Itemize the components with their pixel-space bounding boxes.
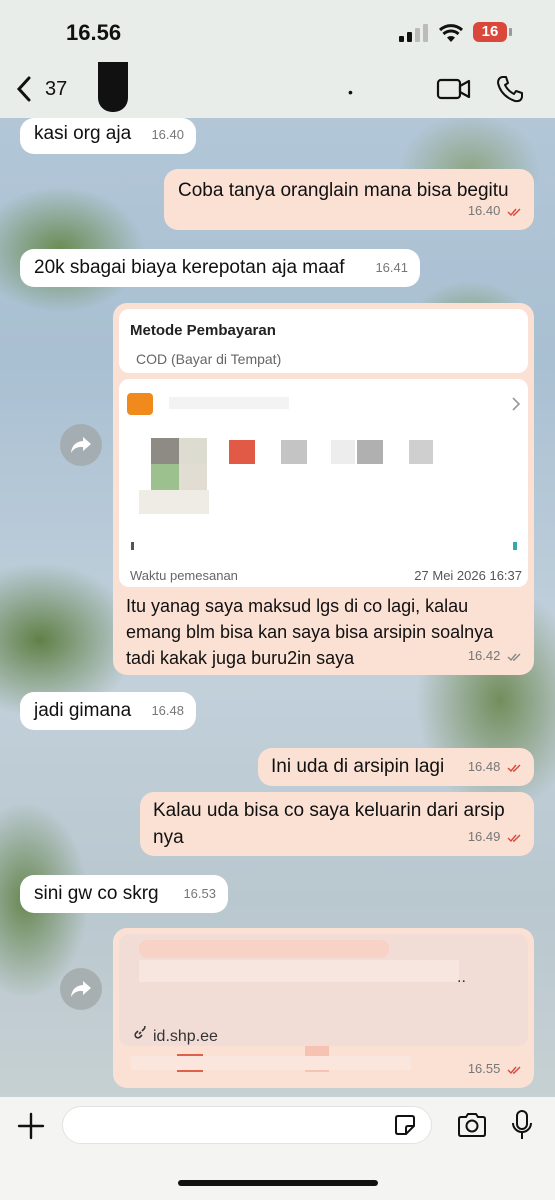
back-chevron-icon[interactable]: [14, 74, 34, 104]
message-incoming[interactable]: jadi gimana 16.48: [20, 692, 196, 730]
preview-dots: ..: [457, 969, 466, 986]
message-incoming[interactable]: sini gw co skrg 16.53: [20, 875, 228, 913]
wifi-icon: [438, 24, 464, 42]
message-time: 16.40: [151, 127, 184, 142]
read-ticks-icon: [507, 764, 521, 772]
product-detail-redacted: [357, 440, 383, 464]
message-meta: 16.48: [468, 753, 522, 780]
link-icon: [134, 1026, 146, 1039]
read-ticks-icon: [507, 834, 521, 842]
product-image-redacted: [151, 438, 179, 464]
message-incoming[interactable]: 20k sbagai biaya kerepotan aja maaf 16.4…: [20, 249, 420, 287]
chevron-right-icon: [512, 397, 521, 411]
message-outgoing[interactable]: Coba tanya oranglain mana bisa begitu 16…: [164, 169, 534, 230]
message-text: Coba tanya oranglain mana bisa begitu: [178, 180, 509, 201]
product-image-redacted: [179, 464, 207, 490]
message-time: 16.41: [375, 260, 408, 275]
message-text: kasi org aja: [34, 123, 132, 144]
message-meta: 16.40: [468, 197, 522, 224]
payment-method-value: COD (Bayar di Tempat): [136, 351, 282, 367]
preview-desc-redacted: [139, 960, 459, 982]
signal-icon: [399, 24, 429, 42]
unread-count[interactable]: 37: [45, 78, 67, 101]
product-detail-redacted: [281, 440, 307, 464]
message-input[interactable]: [62, 1106, 432, 1144]
product-detail-redacted: [409, 440, 433, 464]
redacted-mark: [513, 542, 517, 550]
battery-tip: [509, 28, 512, 36]
status-bar: 16.56 16: [0, 0, 555, 62]
message-time: 16.55: [467, 1061, 501, 1076]
shop-logo: [127, 393, 153, 415]
link-url[interactable]: id.shp.ee: [153, 1023, 218, 1050]
status-time: 16.56: [66, 20, 122, 45]
product-detail-redacted: [331, 440, 355, 464]
message-text: 20k sbagai biaya kerepotan aja maaf: [34, 257, 345, 278]
message-meta: 16.49: [468, 823, 522, 850]
message-time: 16.42: [467, 648, 501, 663]
message-outgoing-order[interactable]: Metode Pembayaran COD (Bayar di Tempat) …: [113, 303, 534, 675]
message-outgoing[interactable]: Kalau uda bisa co saya keluarin dari ars…: [140, 792, 534, 856]
sticker-icon[interactable]: [394, 1114, 416, 1136]
message-text: jadi gimana: [34, 700, 132, 721]
forward-button[interactable]: [60, 968, 102, 1010]
forward-icon: [71, 437, 91, 453]
shop-name-redacted: [169, 397, 289, 409]
camera-icon[interactable]: [456, 1111, 488, 1139]
delivered-ticks-icon: [507, 653, 521, 661]
message-meta: 16.42: [468, 642, 522, 669]
message-text: sini gw co skrg: [34, 883, 159, 904]
order-time-label: Waktu pemesanan: [130, 568, 238, 583]
microphone-icon[interactable]: [510, 1109, 534, 1141]
message-time: 16.40: [467, 203, 501, 218]
product-image-redacted: [151, 464, 179, 490]
read-ticks-icon: [507, 208, 521, 216]
phone-call-icon[interactable]: [495, 74, 525, 104]
message-time: 16.49: [467, 829, 501, 844]
plus-icon[interactable]: [16, 1111, 46, 1141]
redacted-mark: [131, 542, 134, 550]
contact-avatar[interactable]: [98, 62, 128, 112]
forward-button[interactable]: [60, 424, 102, 466]
message-time: 16.48: [151, 703, 184, 718]
message-meta: 16.55: [468, 1055, 522, 1082]
payment-method-label: Metode Pembayaran: [130, 322, 276, 339]
message-text: Itu yanag saya maksud lgs di co lagi, ka…: [126, 596, 494, 668]
video-call-icon[interactable]: [436, 76, 472, 102]
message-outgoing-link[interactable]: .. id.shp.ee 16.55: [113, 928, 534, 1088]
message-incoming[interactable]: kasi org aja 16.40: [20, 118, 196, 154]
preview-title-redacted: [139, 940, 389, 958]
message-text: Ini uda di arsipin lagi: [271, 756, 445, 777]
message-input-bar: [0, 1097, 555, 1200]
product-image-redacted: [139, 490, 209, 514]
message-outgoing[interactable]: Ini uda di arsipin lagi 16.48: [258, 748, 534, 786]
contact-status-dot: •: [348, 84, 353, 100]
link-preview-card[interactable]: .. id.shp.ee: [119, 934, 528, 1046]
order-product-card[interactable]: Waktu pemesanan 27 Mei 2026 16:37: [119, 379, 528, 587]
read-ticks-icon: [507, 1066, 521, 1074]
message-time: 16.53: [183, 886, 216, 901]
message-time: 16.48: [467, 759, 501, 774]
link-body-redacted: [131, 1056, 411, 1070]
product-image-redacted: [179, 438, 207, 464]
home-indicator: [178, 1180, 378, 1186]
forward-icon: [71, 981, 91, 997]
order-time-value: 27 Mei 2026 16:37: [414, 568, 522, 583]
product-color-redacted: [229, 440, 255, 464]
battery-icon: 16: [473, 22, 507, 42]
payment-method-card: Metode Pembayaran COD (Bayar di Tempat): [119, 309, 528, 373]
chat-header: 37 •: [0, 62, 555, 118]
